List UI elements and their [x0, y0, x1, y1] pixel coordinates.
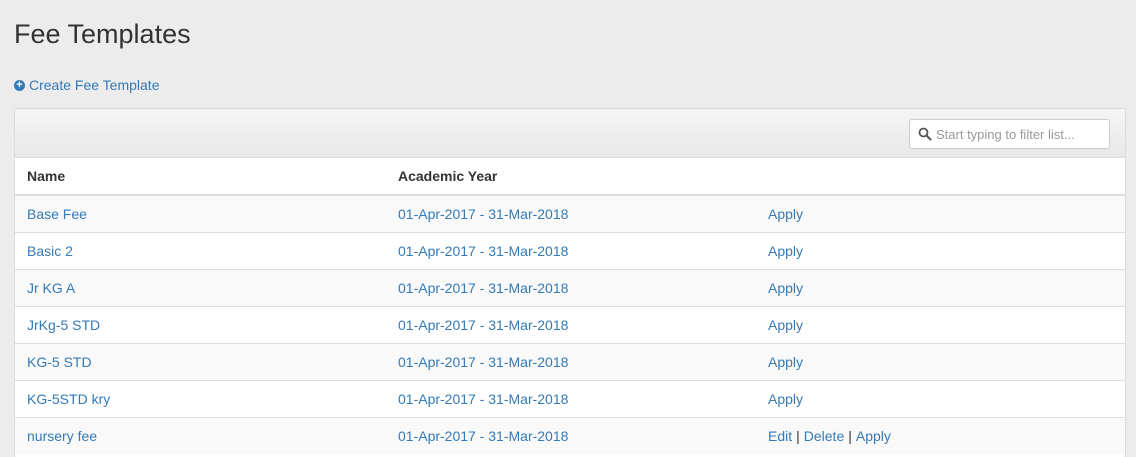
table-row: Basic 2 01-Apr-2017 - 31-Mar-2018 Apply	[15, 231, 1125, 269]
fee-templates-table: Name Academic Year Base Fee 01-Apr-2017 -…	[15, 158, 1125, 454]
row-actions: Apply	[756, 342, 1125, 380]
academic-year-link[interactable]: 01-Apr-2017 - 31-Mar-2018	[386, 305, 756, 343]
academic-year-link[interactable]: 01-Apr-2017 - 31-Mar-2018	[386, 416, 756, 454]
separator: |	[796, 427, 800, 444]
academic-year-link[interactable]: 01-Apr-2017 - 31-Mar-2018	[386, 194, 756, 232]
apply-link[interactable]: Apply	[768, 354, 803, 370]
filter-search-input[interactable]	[936, 126, 1106, 142]
table-row: KG-5STD kry 01-Apr-2017 - 31-Mar-2018 Appl…	[15, 379, 1125, 417]
row-actions: Apply	[756, 231, 1125, 269]
row-actions: Edit | Delete | Apply	[756, 416, 1125, 454]
edit-link[interactable]: Edit	[768, 428, 792, 444]
template-name-link[interactable]: KG-5 STD	[15, 342, 386, 380]
panel-heading	[15, 109, 1125, 158]
apply-link[interactable]: Apply	[768, 243, 803, 259]
row-actions: Apply	[756, 305, 1125, 343]
column-header-academic-year[interactable]: Academic Year	[386, 158, 756, 196]
template-name-link[interactable]: JrKg-5 STD	[15, 305, 386, 343]
search-icon	[918, 127, 932, 141]
table-row: KG-5 STD 01-Apr-2017 - 31-Mar-2018 Apply	[15, 342, 1125, 380]
apply-link[interactable]: Apply	[856, 428, 891, 444]
apply-link[interactable]: Apply	[768, 317, 803, 333]
separator: |	[848, 427, 852, 444]
page-title: Fee Templates	[14, 19, 191, 49]
academic-year-link[interactable]: 01-Apr-2017 - 31-Mar-2018	[386, 231, 756, 269]
table-row: JrKg-5 STD 01-Apr-2017 - 31-Mar-2018 Apply	[15, 305, 1125, 343]
template-name-link[interactable]: Jr KG A	[15, 268, 386, 306]
table-row: Base Fee 01-Apr-2017 - 31-Mar-2018 Apply	[15, 194, 1125, 232]
academic-year-link[interactable]: 01-Apr-2017 - 31-Mar-2018	[386, 268, 756, 306]
table-row: Jr KG A 01-Apr-2017 - 31-Mar-2018 Apply	[15, 268, 1125, 306]
create-fee-template-link[interactable]: + Create Fee Template	[14, 77, 159, 93]
apply-link[interactable]: Apply	[768, 206, 803, 222]
template-name-link[interactable]: KG-5STD kry	[15, 379, 386, 417]
template-name-link[interactable]: Base Fee	[15, 194, 386, 232]
academic-year-link[interactable]: 01-Apr-2017 - 31-Mar-2018	[386, 379, 756, 417]
row-actions: Apply	[756, 268, 1125, 306]
row-actions: Apply	[756, 379, 1125, 417]
apply-link[interactable]: Apply	[768, 391, 803, 407]
filter-search-box[interactable]	[909, 119, 1110, 149]
plus-circle-icon: +	[14, 79, 25, 91]
table-row: nursery fee 01-Apr-2017 - 31-Mar-2018 Edit…	[15, 416, 1125, 454]
apply-link[interactable]: Apply	[768, 280, 803, 296]
academic-year-link[interactable]: 01-Apr-2017 - 31-Mar-2018	[386, 342, 756, 380]
page: Fee Templates + Create Fee Template Name…	[0, 0, 1136, 457]
table-header-row: Name Academic Year	[15, 158, 1125, 196]
column-header-name[interactable]: Name	[15, 158, 386, 196]
fee-templates-panel: Name Academic Year Base Fee01-Apr-2017 -…	[14, 108, 1126, 457]
create-fee-template-label: Create Fee Template	[29, 77, 160, 93]
template-name-link[interactable]: nursery fee	[15, 416, 386, 454]
template-name-link[interactable]: Basic 2	[15, 231, 386, 269]
row-actions: Apply	[756, 194, 1125, 232]
delete-link[interactable]: Delete	[804, 428, 844, 444]
column-header-actions	[756, 158, 1125, 196]
